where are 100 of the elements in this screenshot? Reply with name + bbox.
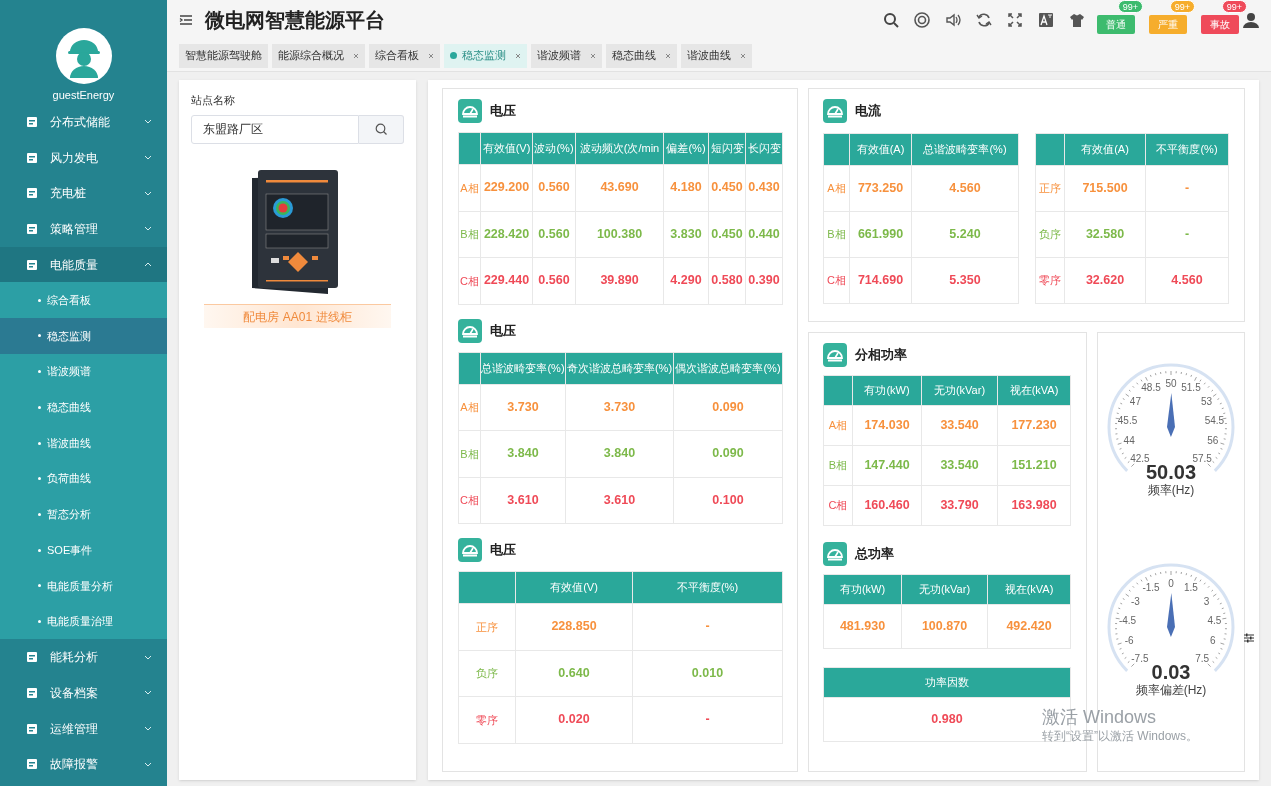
table-cell: 0.390 [745,257,783,304]
submenu-item[interactable]: 暂态分析 [0,496,167,533]
table-cell: 0.450 [708,211,746,258]
meter-icon [458,99,482,123]
menu-label: 分布式储能 [50,113,111,131]
submenu-item[interactable]: 谐波频谱 [0,353,167,390]
menu-item[interactable]: 分布式储能 [0,104,167,140]
dot-icon [38,405,41,409]
fullscreen-icon[interactable] [1007,12,1023,28]
column-header: 有效值(A) [1064,133,1146,166]
menu-item[interactable]: 风力发电 [0,139,167,176]
tile-icon [26,651,38,664]
tick-label: -7.5 [1131,652,1149,664]
alert-button[interactable]: 事故 [1201,15,1239,34]
menu-label: 电能质量 [50,256,99,274]
column-header: 有功(kW) [852,375,922,406]
menu-item[interactable]: 策略管理 [0,211,167,247]
submenu-item[interactable]: 电能质量治理 [0,603,167,640]
sliders-icon[interactable] [1243,632,1255,644]
gauge-label: 频率(Hz) [1147,483,1195,497]
column-header: 总谐波畸变率(%) [911,133,1019,166]
tab[interactable]: 智慧能源驾驶舱 [179,43,268,68]
table-cell: 0.450 [708,164,746,211]
submenu-item[interactable]: 谐波曲线 [0,425,167,461]
close-icon[interactable] [590,52,596,59]
device-caption: 配电房 AA01 进线柜 [204,303,391,328]
submenu-label: 稳态监测 [47,328,91,344]
meter-icon [458,538,482,562]
tick-label: 3 [1203,595,1210,607]
table-cell: 100.380 [575,211,664,258]
row-header: 负序 [458,650,516,697]
column-header: 视在(kVA) [997,375,1071,406]
close-icon[interactable] [353,52,359,59]
submenu-item[interactable]: 稳态监测 [0,318,167,354]
column-header: 波动(%) [532,132,576,165]
tick-label: 56 [1207,435,1219,447]
menu-item[interactable]: 充电桩 [0,175,167,212]
submenu-item[interactable]: 电能质量分析 [0,567,167,604]
station-field[interactable]: 东盟路厂区 [191,114,359,144]
tab[interactable]: 能源综合概况 [272,43,365,68]
speaker-icon[interactable] [945,12,961,28]
menu-item[interactable]: 设备档案 [0,675,167,711]
tab[interactable]: 稳态曲线 [606,43,677,68]
table-cell: 3.610 [565,477,674,524]
dot-icon [38,584,41,588]
tick-label: 6 [1210,635,1216,647]
table-cell: 0.560 [532,257,576,304]
refresh-icon[interactable] [976,12,992,28]
table-cell: 33.540 [921,445,998,486]
table-cell: 39.890 [575,257,664,304]
menu-item[interactable]: 运维管理 [0,710,167,747]
user-icon[interactable] [1243,12,1259,28]
table-cell: 3.730 [565,384,674,431]
submenu-item[interactable]: 综合看板 [0,282,167,319]
table-cell: 4.560 [1145,257,1229,304]
row-header: 零序 [1035,257,1065,304]
submenu-item[interactable]: SOE事件 [0,532,167,568]
submenu-label: 稳态曲线 [47,400,91,416]
row-header: A相 [458,384,481,431]
table-cell: 0.090 [673,430,783,477]
table-cell: 715.500 [1064,165,1146,212]
menu-item[interactable]: 电能质量 [0,246,167,283]
dot-icon [38,548,41,552]
meter-icon [458,318,482,343]
table-cell: 32.580 [1064,211,1146,258]
dot-icon [450,52,457,59]
close-icon[interactable] [428,52,434,59]
search-icon[interactable] [883,12,899,28]
menu-icon[interactable] [179,14,193,26]
table-cell: 0.640 [515,650,633,697]
table-cell: 0.010 [632,650,783,697]
submenu-item[interactable]: 负荷曲线 [0,460,167,497]
table-cell: - [1145,211,1229,258]
table-cell: 0.440 [745,211,783,258]
table-cell: 147.440 [852,445,922,486]
tick-label: 48.5 [1141,382,1161,394]
column-header: 有效值(V) [515,571,633,604]
alert-button[interactable]: 普通 [1097,15,1135,34]
translate-icon[interactable] [1038,12,1054,28]
submenu-item[interactable]: 稳态曲线 [0,389,167,426]
close-icon[interactable] [515,52,521,59]
table-cell: 661.990 [849,211,912,258]
menu-item[interactable]: 故障报警 [0,746,167,783]
tick-label: 44 [1123,435,1135,447]
shirt-icon[interactable] [1069,12,1085,28]
lifebuoy-icon[interactable] [914,12,930,28]
tab[interactable]: 综合看板 [369,43,440,68]
tab[interactable]: 稳态监测 [444,43,527,68]
submenu-label: 电能质量治理 [47,614,113,630]
tab[interactable]: 谐波曲线 [681,43,752,68]
tab[interactable]: 谐波频谱 [531,43,602,68]
close-icon[interactable] [740,52,746,59]
menu-item[interactable]: 能耗分析 [0,639,167,675]
table-cell: 3.610 [480,477,566,524]
table-cell: 33.540 [921,405,998,446]
search-button[interactable] [359,114,404,144]
menu-label: 风力发电 [50,149,99,167]
close-icon[interactable] [665,52,671,59]
panel-title: 总功率 [855,545,894,564]
submenu-label: SOE事件 [47,542,93,558]
